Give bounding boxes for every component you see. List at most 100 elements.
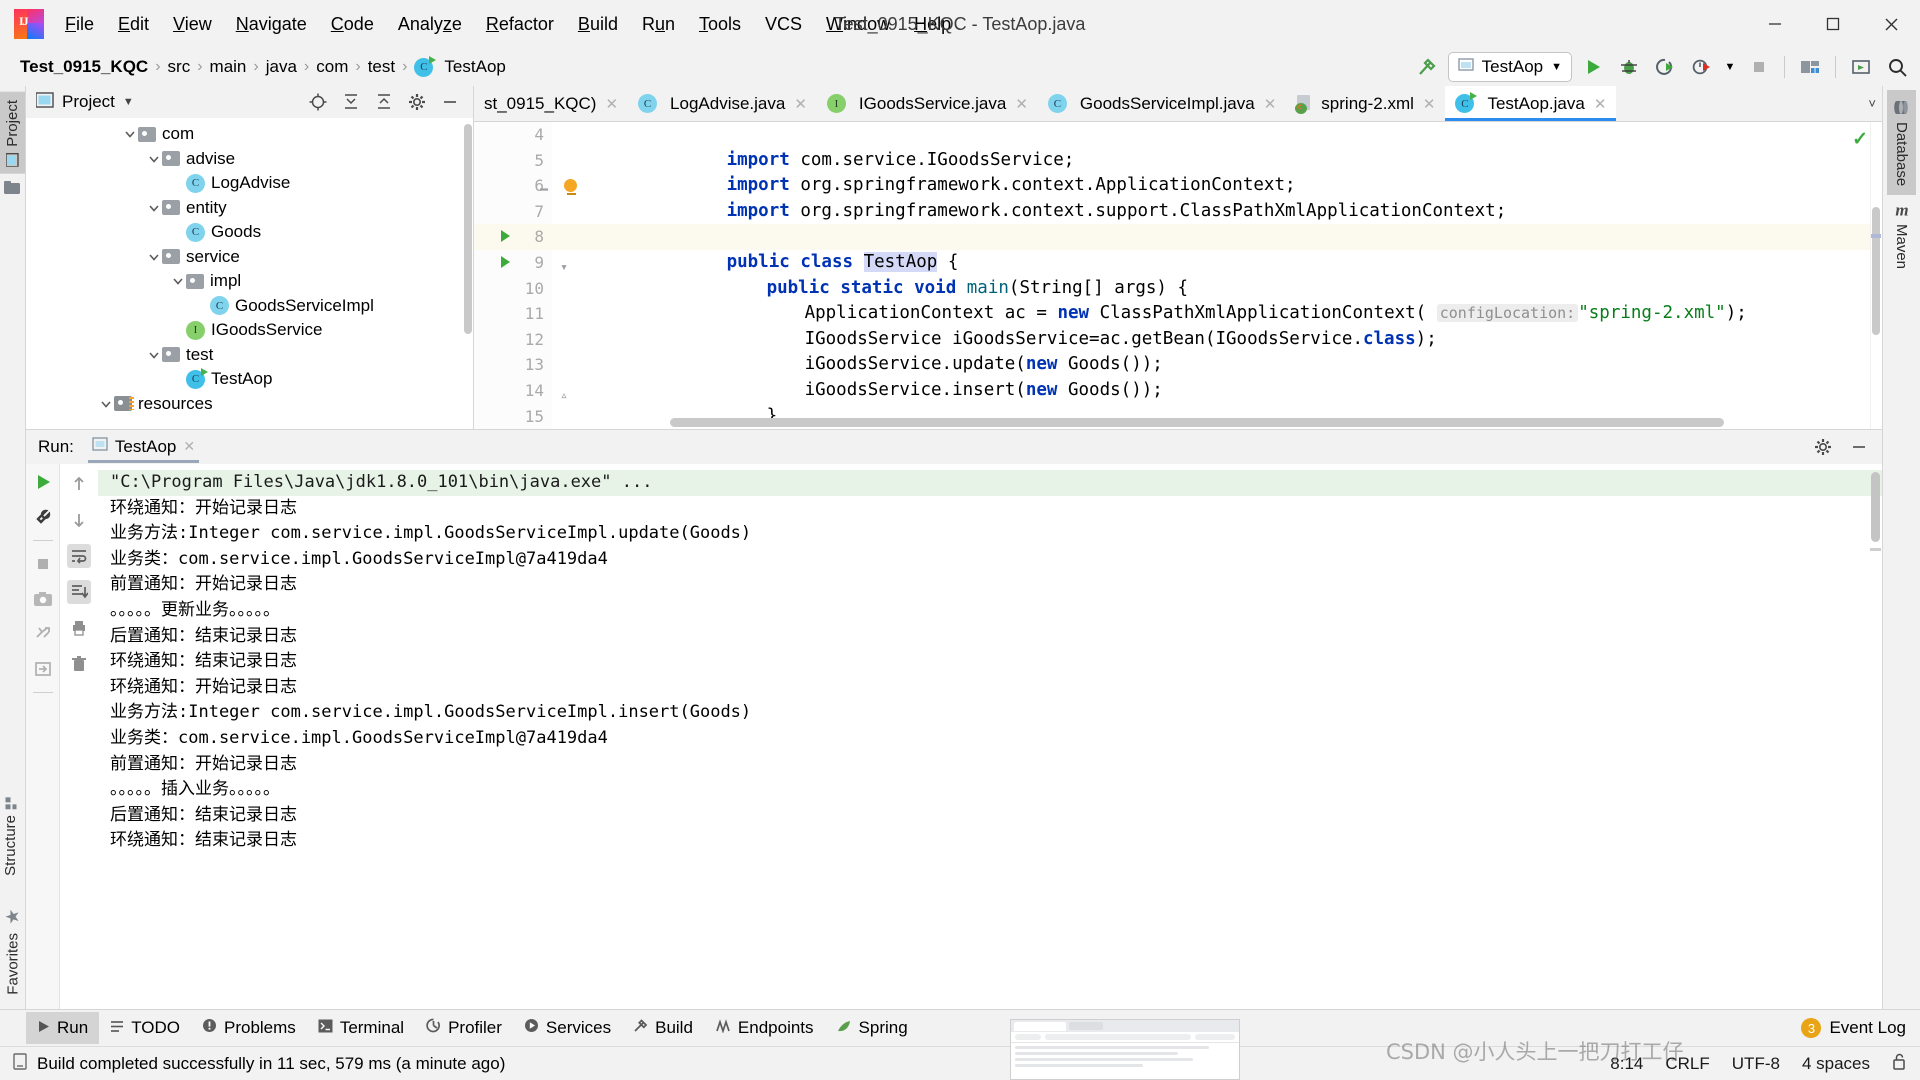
- run-line-icon[interactable]: [501, 255, 510, 268]
- menu-refactor[interactable]: Refactor: [475, 10, 565, 39]
- menu-edit[interactable]: Edit: [107, 10, 160, 39]
- locate-icon[interactable]: [303, 87, 333, 117]
- breadcrumb-item-main[interactable]: main: [204, 55, 253, 79]
- tree-node[interactable]: C GoodsServiceImpl: [26, 294, 473, 319]
- run-tab-testaop[interactable]: TestAop ✕: [84, 432, 203, 463]
- breadcrumb-item-test[interactable]: test: [362, 55, 401, 79]
- tool-button-spring[interactable]: Spring: [825, 1012, 919, 1044]
- breadcrumb-item-project[interactable]: Test_0915_KQC: [14, 55, 154, 79]
- editor-tab-overflow[interactable]: ˅: [1862, 86, 1882, 121]
- tree-node[interactable]: C TestAop: [26, 367, 473, 392]
- editor-tab-0[interactable]: st_0915_KQC) ✕: [474, 86, 628, 121]
- menu-build[interactable]: Build: [567, 10, 629, 39]
- run-button[interactable]: [1578, 52, 1608, 82]
- tree-node[interactable]: test: [26, 343, 473, 368]
- project-structure-button[interactable]: [1795, 52, 1825, 82]
- dump-threads-icon[interactable]: [31, 622, 55, 646]
- tree-node[interactable]: com: [26, 122, 473, 147]
- chevron-down-icon[interactable]: [146, 151, 162, 167]
- breadcrumb-item-java[interactable]: java: [260, 55, 303, 79]
- editor-marker-bar[interactable]: ✓: [1852, 122, 1882, 429]
- menu-vcs[interactable]: VCS: [754, 10, 813, 39]
- menu-help[interactable]: Help: [903, 10, 962, 39]
- rerun-icon[interactable]: [31, 470, 55, 494]
- gear-icon[interactable]: [402, 87, 432, 117]
- run-line-icon[interactable]: [501, 230, 510, 243]
- editor-tab-spring2xml[interactable]: < spring-2.xml ✕: [1286, 86, 1445, 121]
- editor-scrollbar-thumb[interactable]: [1872, 207, 1880, 335]
- tree-node[interactable]: entity: [26, 196, 473, 221]
- tree-node[interactable]: resources: [26, 392, 473, 417]
- menu-tools[interactable]: Tools: [688, 10, 752, 39]
- editor-tab-goodsserviceimpl[interactable]: C GoodsServiceImpl.java ✕: [1038, 86, 1286, 121]
- maximize-button[interactable]: [1804, 0, 1862, 48]
- collapse-all-icon[interactable]: [369, 87, 399, 117]
- folder-icon[interactable]: [0, 180, 25, 200]
- trash-icon[interactable]: [67, 652, 91, 676]
- editor-tab-igoodsservice[interactable]: I IGoodsService.java ✕: [817, 86, 1038, 121]
- chevron-down-icon[interactable]: ˅: [1868, 96, 1876, 111]
- sidebar-item-structure[interactable]: Structure: [0, 787, 23, 884]
- menu-window[interactable]: Window: [815, 10, 901, 39]
- debug-button[interactable]: [1614, 52, 1644, 82]
- tree-node[interactable]: service: [26, 245, 473, 270]
- gear-icon[interactable]: [1808, 432, 1838, 462]
- sidebar-item-maven[interactable]: m Maven: [1886, 195, 1918, 278]
- hammer-icon[interactable]: [1412, 52, 1442, 82]
- expand-all-icon[interactable]: [336, 87, 366, 117]
- tool-button-endpoints[interactable]: Endpoints: [704, 1012, 825, 1044]
- search-everywhere-icon[interactable]: [1882, 52, 1912, 82]
- event-log-label[interactable]: Event Log: [1829, 1018, 1906, 1038]
- code-text[interactable]: import com.service.IGoodsService; import…: [552, 122, 1870, 429]
- scroll-to-end-icon[interactable]: [67, 580, 91, 604]
- close-icon[interactable]: ✕: [183, 438, 195, 455]
- chevron-down-icon[interactable]: ▼: [123, 96, 134, 108]
- inspection-ok-icon[interactable]: ✓: [1852, 128, 1868, 151]
- chevron-down-icon[interactable]: [146, 347, 162, 363]
- project-tree-scrollbar[interactable]: [464, 124, 472, 334]
- chevron-down-icon[interactable]: [146, 200, 162, 216]
- menu-run[interactable]: Run: [631, 10, 686, 39]
- tree-node[interactable]: C Goods: [26, 220, 473, 245]
- close-icon[interactable]: ✕: [1264, 95, 1277, 113]
- tool-button-build[interactable]: Build: [622, 1012, 704, 1044]
- close-icon[interactable]: ✕: [1594, 95, 1607, 113]
- sidebar-item-favorites[interactable]: Favorites ★: [0, 898, 28, 1003]
- indent-setting[interactable]: 4 spaces: [1802, 1054, 1870, 1074]
- soft-wrap-icon[interactable]: [67, 544, 91, 568]
- encoding[interactable]: UTF-8: [1732, 1054, 1780, 1074]
- tool-button-terminal[interactable]: Terminal: [307, 1012, 415, 1044]
- tree-node[interactable]: impl: [26, 269, 473, 294]
- tree-node[interactable]: advise: [26, 147, 473, 172]
- project-tree[interactable]: com advise C LogAdvise entity C Goods service im…: [26, 118, 473, 429]
- close-icon[interactable]: ✕: [605, 95, 618, 113]
- breadcrumb-item-src[interactable]: src: [162, 55, 197, 79]
- editor-gutter[interactable]: 4 5 6 ━ 7 8 9 10 11 12 13 14 ▵ 15: [474, 122, 568, 429]
- tool-button-services[interactable]: Services: [513, 1012, 622, 1044]
- menu-view[interactable]: View: [162, 10, 223, 39]
- edit-configuration-icon[interactable]: [31, 505, 55, 529]
- intention-bulb-icon[interactable]: [564, 179, 578, 195]
- run-with-coverage-button[interactable]: [1650, 52, 1680, 82]
- minimize-icon[interactable]: [1844, 432, 1874, 462]
- chevron-down-icon[interactable]: [170, 273, 186, 289]
- profiler-button[interactable]: [1686, 52, 1716, 82]
- close-icon[interactable]: ✕: [794, 95, 807, 113]
- tool-button-profiler[interactable]: Profiler: [415, 1012, 513, 1044]
- chevron-down-icon[interactable]: [146, 249, 162, 265]
- sidebar-item-project[interactable]: Project: [0, 92, 25, 174]
- print-icon[interactable]: [67, 616, 91, 640]
- screenshot-icon[interactable]: [31, 587, 55, 611]
- editor-horizontal-scrollbar[interactable]: [630, 418, 1856, 427]
- editor-tab-testaop[interactable]: C TestAop.java ✕: [1445, 86, 1617, 121]
- sidebar-item-database[interactable]: Database: [1887, 90, 1916, 196]
- run-configuration-selector[interactable]: TestAop ▼: [1447, 52, 1572, 82]
- unlocked-icon[interactable]: [1892, 1053, 1906, 1075]
- tree-node[interactable]: C LogAdvise: [26, 171, 473, 196]
- console-output[interactable]: "C:\Program Files\Java\jdk1.8.0_101\bin\…: [98, 464, 1882, 1009]
- menu-code[interactable]: Code: [320, 10, 385, 39]
- tree-node[interactable]: I IGoodsService: [26, 318, 473, 343]
- chevron-down-icon[interactable]: ▼: [1722, 52, 1738, 82]
- tool-button-run[interactable]: Run: [26, 1012, 100, 1044]
- menu-file[interactable]: FFileile: [54, 10, 105, 39]
